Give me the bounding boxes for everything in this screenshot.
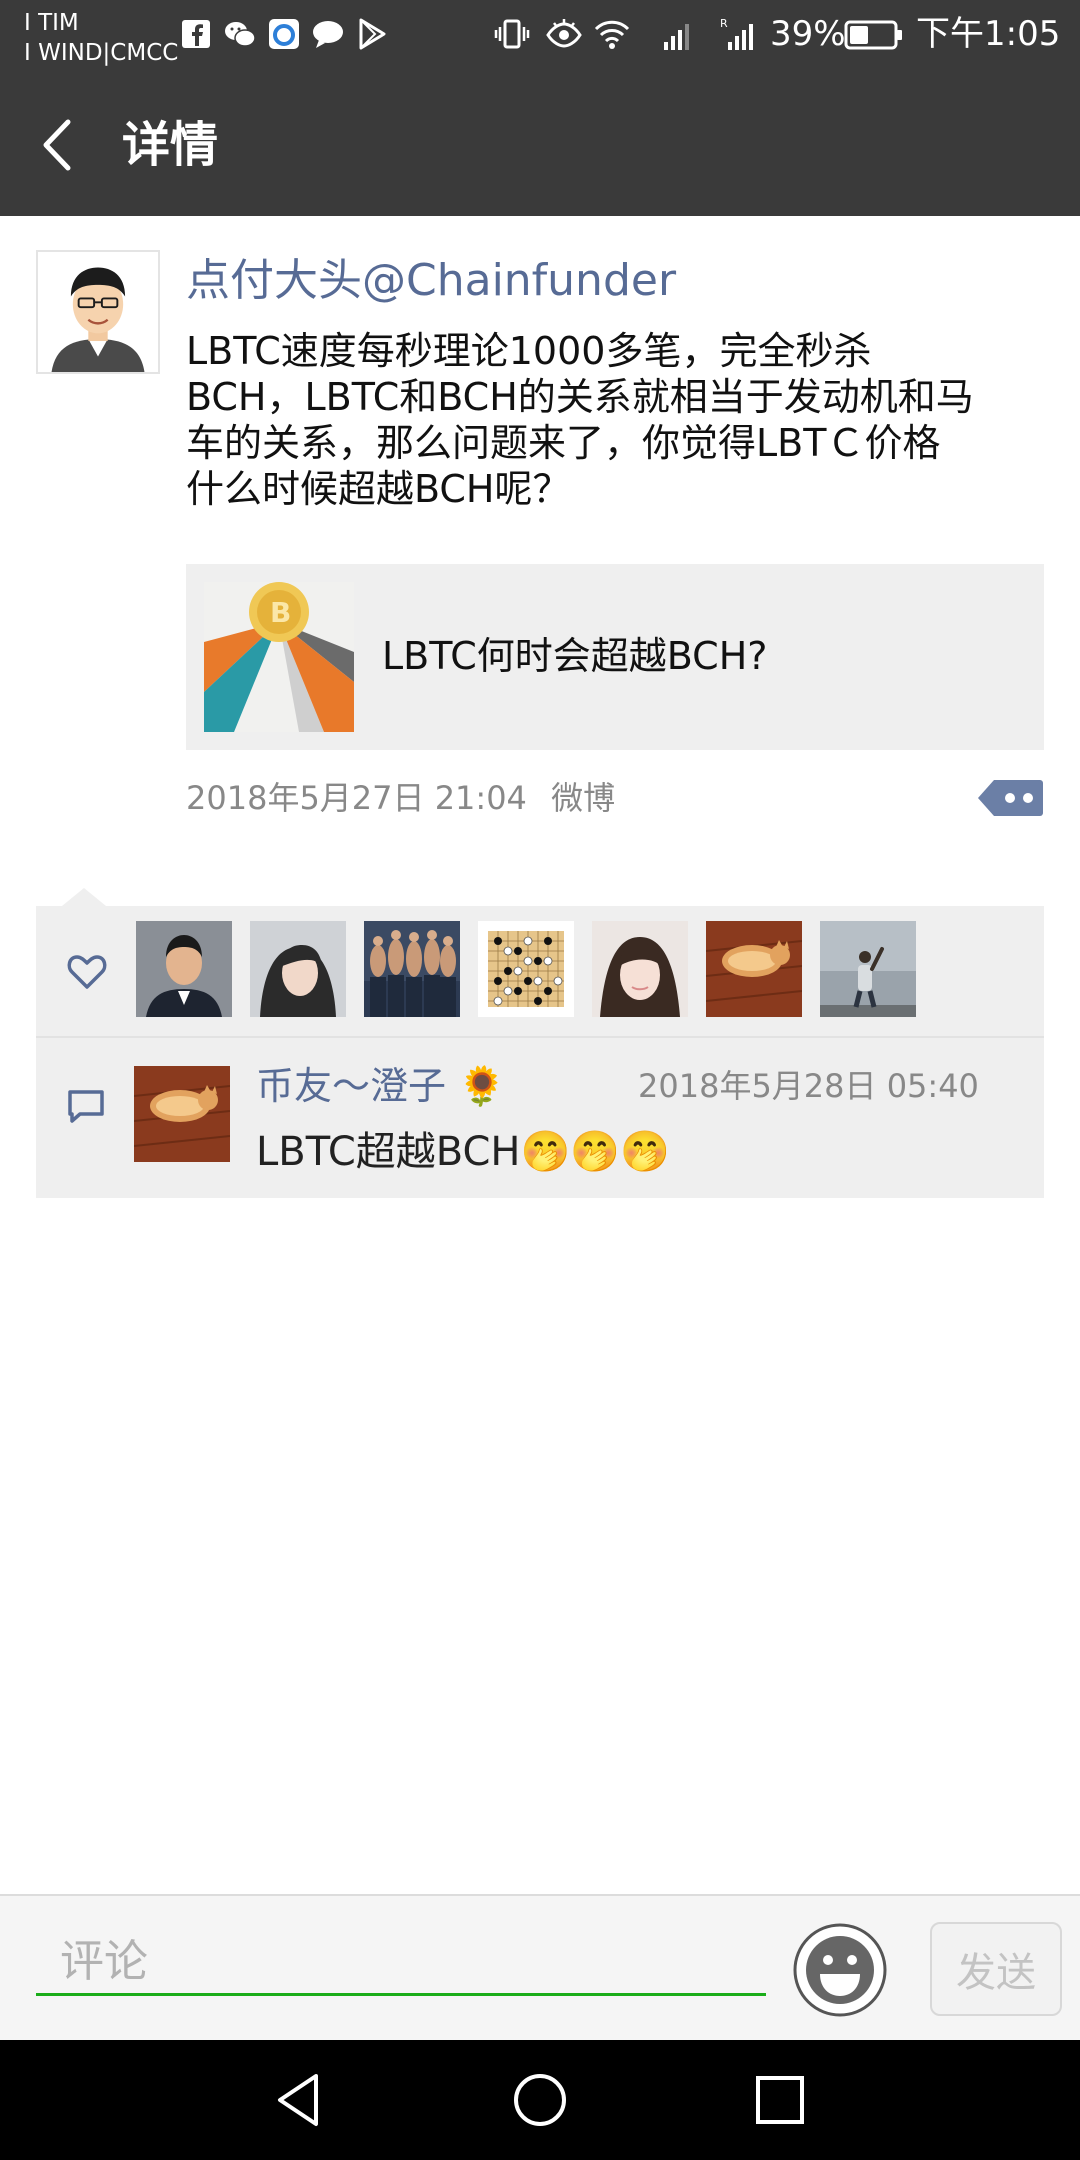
wifi-icon: [594, 16, 630, 52]
comment-composer: 发送: [0, 1894, 1080, 2040]
signal-roaming-icon: R: [720, 16, 756, 52]
comment-text: LBTC超越BCH🤭🤭🤭: [256, 1129, 670, 1175]
nav-back-button[interactable]: [268, 2068, 332, 2132]
liker-avatar[interactable]: [250, 921, 346, 1017]
carrier-info: I TIM I WIND|CMCC: [24, 8, 178, 68]
page-title: 详情: [122, 117, 219, 173]
liker-avatar[interactable]: [592, 921, 688, 1017]
message-icon: [310, 16, 346, 52]
post-author[interactable]: 点付大头@Chainfunder: [186, 250, 676, 312]
liker-avatar[interactable]: [478, 921, 574, 1017]
post-timestamp: 2018年5月27日 21:04: [186, 779, 527, 817]
more-dots-icon: [978, 780, 1043, 816]
link-title: LBTC何时会超越BCH?: [382, 634, 768, 678]
post-text: LBTC速度每秒理论1000多笔，完全秒杀 BCH，LBTC和BCH的关系就相当…: [186, 329, 974, 511]
likes-row: [36, 906, 1044, 1036]
commenter-avatar[interactable]: [134, 1066, 230, 1162]
panel-pointer: [62, 888, 106, 906]
battery-icon: [844, 16, 904, 52]
triangle-back-icon: [278, 2074, 318, 2126]
link-thumbnail: B: [204, 582, 354, 732]
status-bar: I TIM I WIND|CMCC R 39% 下午1:05: [0, 0, 1080, 74]
facebook-icon: [178, 16, 214, 52]
back-arrow-icon: [43, 119, 71, 171]
carrier-line-1: I TIM: [24, 10, 79, 36]
comment-row[interactable]: 币友～澄子 🌻 2018年5月28日 05:40 LBTC超越BCH🤭🤭🤭: [36, 1038, 1044, 1198]
smiley-icon: [793, 1923, 887, 2017]
liker-avatar[interactable]: [706, 921, 802, 1017]
nav-home-button[interactable]: [508, 2068, 572, 2132]
square-recents-icon: [756, 2076, 804, 2124]
browser-icon: [266, 16, 302, 52]
link-card[interactable]: B LBTC何时会超越BCH?: [186, 564, 1044, 750]
carrier-line-2: I WIND|CMCC: [24, 40, 179, 66]
commenter-name[interactable]: 币友～澄子 🌻: [256, 1058, 505, 1114]
liker-avatar[interactable]: [820, 921, 916, 1017]
vibrate-icon: [494, 16, 530, 52]
post-meta: 2018年5月27日 21:04 微博: [186, 772, 629, 824]
battery-percent: 39%: [770, 14, 846, 54]
post-source[interactable]: 微博: [551, 779, 615, 817]
signal-icon: [660, 16, 696, 52]
svg-text:B: B: [270, 596, 291, 629]
author-avatar[interactable]: [36, 250, 160, 374]
status-clock: 下午1:05: [916, 14, 1061, 54]
eye-icon: [546, 16, 582, 52]
svg-text:R: R: [720, 17, 728, 30]
liker-avatar[interactable]: [364, 921, 460, 1017]
comment-input[interactable]: [36, 1930, 766, 1996]
play-store-icon: [354, 16, 390, 52]
circle-home-icon: [514, 2074, 566, 2126]
nav-recents-button[interactable]: [748, 2068, 812, 2132]
comment-icon: [66, 1086, 106, 1126]
wechat-icon: [222, 16, 258, 52]
liker-avatar[interactable]: [136, 921, 232, 1017]
system-nav-bar: [0, 2040, 1080, 2160]
emoji-button[interactable]: [792, 1922, 888, 2018]
heart-icon: [66, 950, 108, 992]
send-button[interactable]: 发送: [930, 1922, 1062, 2016]
back-button[interactable]: [30, 110, 90, 180]
comment-menu-button[interactable]: [976, 776, 1044, 820]
comment-time: 2018年5月28日 05:40: [638, 1067, 979, 1105]
title-bar: 详情: [0, 74, 1080, 216]
